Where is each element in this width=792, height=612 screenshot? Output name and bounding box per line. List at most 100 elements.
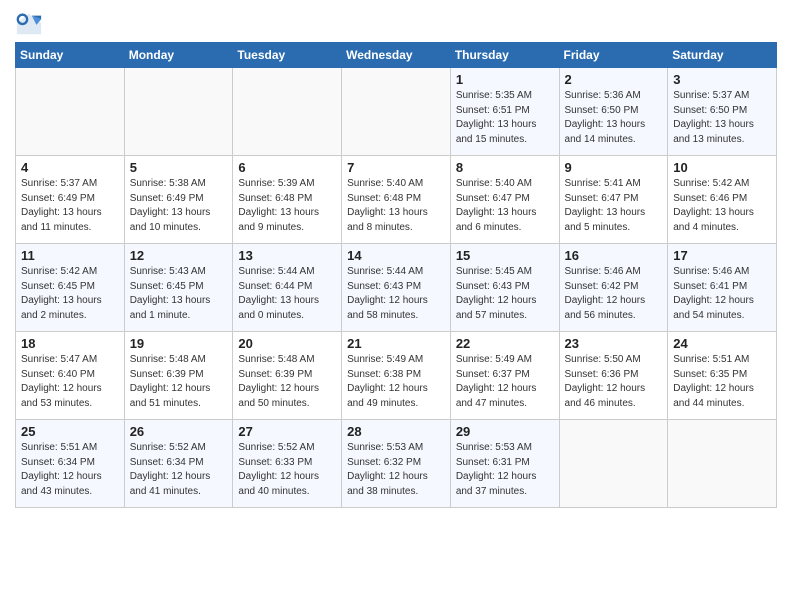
page-header [15,10,777,38]
col-header-sunday: Sunday [16,43,125,68]
calendar-cell: 17 Sunrise: 5:46 AM Sunset: 6:41 PM Dayli… [668,244,777,332]
logo-icon [15,10,43,38]
day-number: 21 [347,336,445,351]
day-number: 15 [456,248,554,263]
day-info: Sunrise: 5:49 AM Sunset: 6:37 PM Dayligh… [456,353,554,411]
week-row-3: 11 Sunrise: 5:42 AM Sunset: 6:45 PM Dayli… [16,244,777,332]
calendar-cell: 18 Sunrise: 5:47 AM Sunset: 6:40 PM Dayli… [16,332,125,420]
day-number: 8 [456,160,554,175]
day-info: Sunrise: 5:46 AM Sunset: 6:42 PM Dayligh… [565,265,663,323]
day-info: Sunrise: 5:38 AM Sunset: 6:49 PM Dayligh… [130,177,228,235]
calendar-cell: 13 Sunrise: 5:44 AM Sunset: 6:44 PM Dayli… [233,244,342,332]
calendar-cell: 7Sunrise: 5:40 AM Sunset: 6:48 PM Daylig… [342,156,451,244]
calendar-cell: 29 Sunrise: 5:53 AM Sunset: 6:31 PM Dayli… [450,420,559,508]
day-number: 23 [565,336,663,351]
calendar-cell: 14Sunrise: 5:44 AM Sunset: 6:43 PM Dayli… [342,244,451,332]
col-header-saturday: Saturday [668,43,777,68]
day-number: 25 [21,424,119,439]
day-info: Sunrise: 5:48 AM Sunset: 6:39 PM Dayligh… [238,353,336,411]
day-info: Sunrise: 5:40 AM Sunset: 6:47 PM Dayligh… [456,177,554,235]
logo [15,10,47,38]
calendar-cell: 21 Sunrise: 5:49 AM Sunset: 6:38 PM Dayli… [342,332,451,420]
day-number: 2 [565,72,663,87]
day-info: Sunrise: 5:50 AM Sunset: 6:36 PM Dayligh… [565,353,663,411]
day-number: 10 [673,160,771,175]
col-header-friday: Friday [559,43,668,68]
day-number: 19 [130,336,228,351]
calendar-table: SundayMondayTuesdayWednesdayThursdayFrid… [15,42,777,508]
col-header-wednesday: Wednesday [342,43,451,68]
calendar-cell: 10 Sunrise: 5:42 AM Sunset: 6:46 PM Dayli… [668,156,777,244]
day-number: 26 [130,424,228,439]
col-header-tuesday: Tuesday [233,43,342,68]
calendar-cell [124,68,233,156]
day-number: 20 [238,336,336,351]
day-number: 11 [21,248,119,263]
calendar-cell: 16 Sunrise: 5:46 AM Sunset: 6:42 PM Dayli… [559,244,668,332]
calendar-cell: 6 Sunrise: 5:39 AM Sunset: 6:48 PM Daylig… [233,156,342,244]
calendar-cell: 1Sunrise: 5:35 AM Sunset: 6:51 PM Daylig… [450,68,559,156]
day-info: Sunrise: 5:42 AM Sunset: 6:46 PM Dayligh… [673,177,771,235]
day-number: 18 [21,336,119,351]
day-number: 1 [456,72,554,87]
day-info: Sunrise: 5:48 AM Sunset: 6:39 PM Dayligh… [130,353,228,411]
week-row-5: 25Sunrise: 5:51 AM Sunset: 6:34 PM Dayli… [16,420,777,508]
day-info: Sunrise: 5:37 AM Sunset: 6:49 PM Dayligh… [21,177,119,235]
day-info: Sunrise: 5:37 AM Sunset: 6:50 PM Dayligh… [673,89,771,147]
day-number: 17 [673,248,771,263]
day-info: Sunrise: 5:43 AM Sunset: 6:45 PM Dayligh… [130,265,228,323]
calendar-cell: 4 Sunrise: 5:37 AM Sunset: 6:49 PM Daylig… [16,156,125,244]
day-info: Sunrise: 5:53 AM Sunset: 6:32 PM Dayligh… [347,441,445,499]
day-info: Sunrise: 5:41 AM Sunset: 6:47 PM Dayligh… [565,177,663,235]
calendar-cell: 15Sunrise: 5:45 AM Sunset: 6:43 PM Dayli… [450,244,559,332]
calendar-cell [559,420,668,508]
day-info: Sunrise: 5:49 AM Sunset: 6:38 PM Dayligh… [347,353,445,411]
day-number: 12 [130,248,228,263]
day-info: Sunrise: 5:44 AM Sunset: 6:43 PM Dayligh… [347,265,445,323]
calendar-cell: 26 Sunrise: 5:52 AM Sunset: 6:34 PM Dayli… [124,420,233,508]
calendar-cell [342,68,451,156]
day-info: Sunrise: 5:39 AM Sunset: 6:48 PM Dayligh… [238,177,336,235]
day-info: Sunrise: 5:47 AM Sunset: 6:40 PM Dayligh… [21,353,119,411]
day-number: 7 [347,160,445,175]
calendar-header-row: SundayMondayTuesdayWednesdayThursdayFrid… [16,43,777,68]
calendar-cell: 9 Sunrise: 5:41 AM Sunset: 6:47 PM Daylig… [559,156,668,244]
week-row-4: 18 Sunrise: 5:47 AM Sunset: 6:40 PM Dayli… [16,332,777,420]
day-number: 4 [21,160,119,175]
calendar-cell: 11 Sunrise: 5:42 AM Sunset: 6:45 PM Dayli… [16,244,125,332]
calendar-cell: 5 Sunrise: 5:38 AM Sunset: 6:49 PM Daylig… [124,156,233,244]
col-header-monday: Monday [124,43,233,68]
day-info: Sunrise: 5:51 AM Sunset: 6:35 PM Dayligh… [673,353,771,411]
day-info: Sunrise: 5:46 AM Sunset: 6:41 PM Dayligh… [673,265,771,323]
day-number: 5 [130,160,228,175]
day-info: Sunrise: 5:42 AM Sunset: 6:45 PM Dayligh… [21,265,119,323]
day-info: Sunrise: 5:52 AM Sunset: 6:34 PM Dayligh… [130,441,228,499]
day-info: Sunrise: 5:53 AM Sunset: 6:31 PM Dayligh… [456,441,554,499]
calendar-cell [16,68,125,156]
day-number: 27 [238,424,336,439]
day-info: Sunrise: 5:36 AM Sunset: 6:50 PM Dayligh… [565,89,663,147]
week-row-2: 4 Sunrise: 5:37 AM Sunset: 6:49 PM Daylig… [16,156,777,244]
calendar-cell: 3 Sunrise: 5:37 AM Sunset: 6:50 PM Daylig… [668,68,777,156]
col-header-thursday: Thursday [450,43,559,68]
day-number: 16 [565,248,663,263]
calendar-cell [233,68,342,156]
day-number: 24 [673,336,771,351]
calendar-cell: 24 Sunrise: 5:51 AM Sunset: 6:35 PM Dayli… [668,332,777,420]
day-number: 29 [456,424,554,439]
calendar-cell: 28Sunrise: 5:53 AM Sunset: 6:32 PM Dayli… [342,420,451,508]
calendar-cell: 19 Sunrise: 5:48 AM Sunset: 6:39 PM Dayli… [124,332,233,420]
day-number: 9 [565,160,663,175]
calendar-cell: 8 Sunrise: 5:40 AM Sunset: 6:47 PM Daylig… [450,156,559,244]
week-row-1: 1Sunrise: 5:35 AM Sunset: 6:51 PM Daylig… [16,68,777,156]
calendar-cell: 25Sunrise: 5:51 AM Sunset: 6:34 PM Dayli… [16,420,125,508]
calendar-cell: 20 Sunrise: 5:48 AM Sunset: 6:39 PM Dayli… [233,332,342,420]
calendar-cell: 23 Sunrise: 5:50 AM Sunset: 6:36 PM Dayli… [559,332,668,420]
day-number: 6 [238,160,336,175]
day-info: Sunrise: 5:44 AM Sunset: 6:44 PM Dayligh… [238,265,336,323]
calendar-cell: 27Sunrise: 5:52 AM Sunset: 6:33 PM Dayli… [233,420,342,508]
calendar-cell [668,420,777,508]
day-number: 3 [673,72,771,87]
day-number: 13 [238,248,336,263]
calendar-cell: 2 Sunrise: 5:36 AM Sunset: 6:50 PM Daylig… [559,68,668,156]
